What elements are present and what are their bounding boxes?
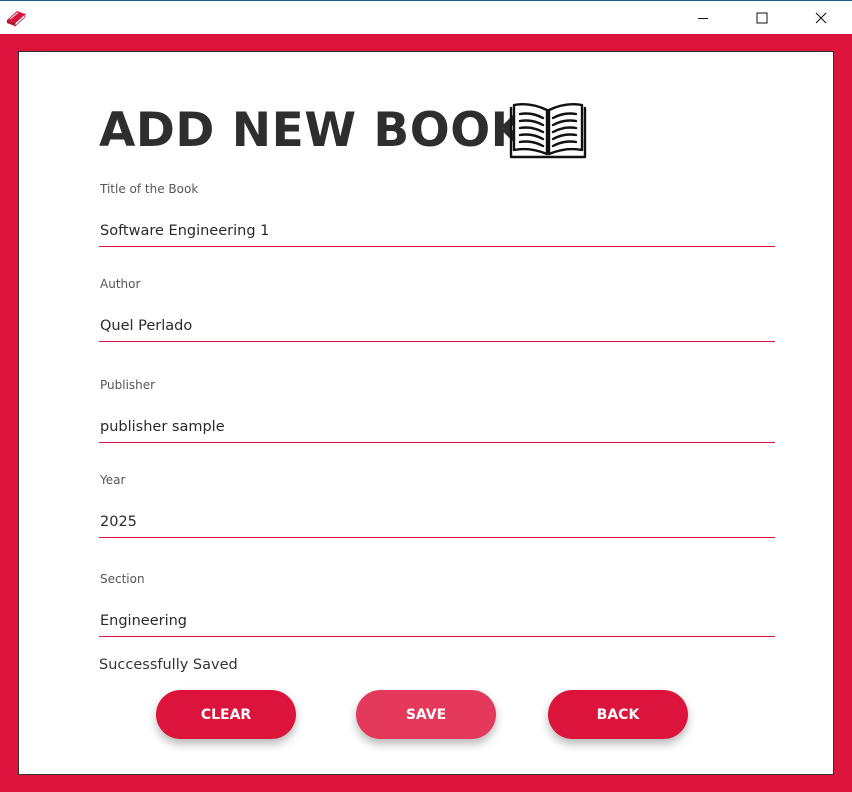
section-label: Section (100, 572, 145, 586)
author-input[interactable] (99, 310, 775, 342)
save-button[interactable]: SAVE (356, 690, 496, 739)
page-title: ADD NEW BOOK (99, 103, 528, 158)
title-label: Title of the Book (100, 182, 199, 196)
minimize-button[interactable] (674, 1, 732, 35)
book-app-icon (7, 11, 26, 27)
clear-button[interactable]: CLEAR (156, 690, 296, 739)
minimize-icon (698, 18, 708, 19)
window-titlebar (0, 0, 852, 34)
publisher-input[interactable] (99, 411, 775, 443)
status-message: Successfully Saved (99, 657, 238, 673)
close-icon (815, 12, 827, 24)
title-input[interactable] (99, 215, 775, 247)
maximize-icon (756, 12, 768, 24)
close-button[interactable] (792, 1, 850, 35)
section-input[interactable] (99, 605, 775, 637)
open-book-icon (509, 102, 587, 159)
author-label: Author (100, 277, 141, 291)
back-button[interactable]: BACK (548, 690, 688, 739)
maximize-button[interactable] (733, 1, 791, 35)
year-label: Year (100, 473, 126, 487)
year-input[interactable] (99, 506, 775, 538)
publisher-label: Publisher (100, 378, 156, 392)
